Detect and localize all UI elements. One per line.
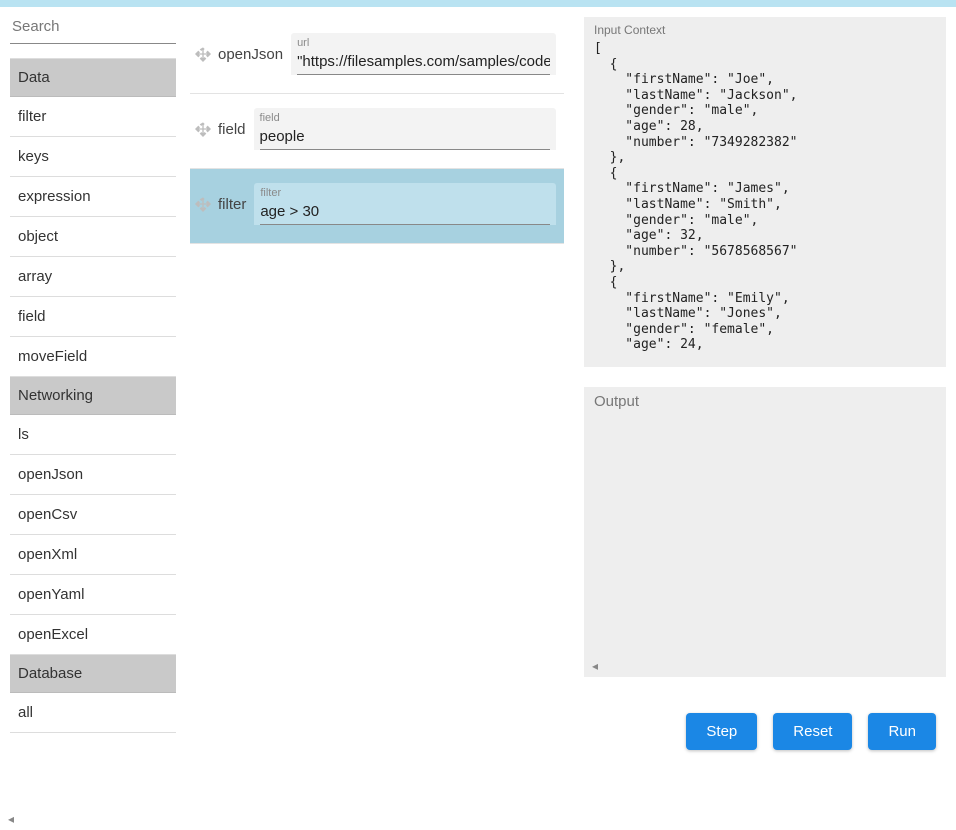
pipeline-column: openJson url"https://filesamples.com/samp… — [178, 7, 570, 830]
sidebar-item-ls[interactable]: ls — [10, 415, 176, 455]
move-handle-icon[interactable] — [194, 120, 212, 138]
input-context-panel: Input Context [ { "firstName": "Joe", "l… — [584, 17, 946, 367]
run-button[interactable]: Run — [868, 713, 936, 750]
step-field[interactable]: url"https://filesamples.com/samples/code… — [291, 33, 556, 75]
input-context-code[interactable]: [ { "firstName": "Joe", "lastName": "Jac… — [594, 41, 940, 361]
sidebar-item-openyaml[interactable]: openYaml — [10, 575, 176, 615]
sidebar-section-header: Data — [10, 59, 176, 97]
output-panel: Output ◂ — [584, 387, 946, 677]
pipeline-step-field[interactable]: fieldfieldpeople — [190, 94, 564, 169]
sidebar-scroll[interactable]: Datafilterkeysexpressionobjectarrayfield… — [10, 58, 176, 818]
sidebar-item-all[interactable]: all — [10, 693, 176, 733]
step-field-value[interactable]: "https://filesamples.com/samples/code/js… — [297, 51, 550, 75]
reset-button[interactable]: Reset — [773, 713, 852, 750]
step-field-label: filter — [260, 187, 550, 201]
sidebar-item-array[interactable]: array — [10, 257, 176, 297]
move-handle-icon[interactable] — [194, 45, 212, 63]
scroll-left-icon[interactable]: ◂ — [8, 812, 14, 826]
step-field-label: field — [260, 112, 550, 126]
sidebar-item-openxml[interactable]: openXml — [10, 535, 176, 575]
sidebar-item-openexcel[interactable]: openExcel — [10, 615, 176, 655]
pipeline-step-filter[interactable]: filterfilterage > 30 — [190, 169, 564, 244]
sidebar: Datafilterkeysexpressionobjectarrayfield… — [0, 7, 178, 830]
sidebar-item-keys[interactable]: keys — [10, 137, 176, 177]
search-input[interactable] — [10, 12, 176, 44]
step-field-label: url — [297, 37, 550, 51]
sidebar-item-field[interactable]: field — [10, 297, 176, 337]
step-name: openJson — [218, 46, 283, 63]
right-column: Input Context [ { "firstName": "Joe", "l… — [570, 7, 956, 830]
sidebar-item-expression[interactable]: expression — [10, 177, 176, 217]
sidebar-item-filter[interactable]: filter — [10, 97, 176, 137]
pipeline-list: openJson url"https://filesamples.com/samp… — [190, 19, 564, 779]
scroll-left-icon[interactable]: ◂ — [592, 659, 598, 673]
output-title: Output — [594, 393, 940, 410]
step-field-value[interactable]: people — [260, 126, 550, 150]
sidebar-item-movefield[interactable]: moveField — [10, 337, 176, 377]
button-row: Step Reset Run — [584, 697, 946, 750]
sidebar-item-opencsv[interactable]: openCsv — [10, 495, 176, 535]
main-layout: Datafilterkeysexpressionobjectarrayfield… — [0, 7, 956, 830]
step-name: field — [218, 121, 246, 138]
sidebar-item-openjson[interactable]: openJson — [10, 455, 176, 495]
step-field[interactable]: fieldpeople — [254, 108, 556, 150]
input-context-title: Input Context — [594, 23, 940, 37]
move-handle-icon[interactable] — [194, 195, 212, 213]
top-accent-bar — [0, 0, 956, 7]
step-name: filter — [218, 196, 246, 213]
pipeline-step-openjson[interactable]: openJson url"https://filesamples.com/samp… — [190, 19, 564, 94]
step-button[interactable]: Step — [686, 713, 757, 750]
step-field-value[interactable]: age > 30 — [260, 201, 550, 225]
step-field[interactable]: filterage > 30 — [254, 183, 556, 225]
input-context-pre: [ { "firstName": "Joe", "lastName": "Jac… — [594, 41, 940, 353]
sidebar-section-header: Networking — [10, 377, 176, 415]
sidebar-item-object[interactable]: object — [10, 217, 176, 257]
sidebar-section-header: Database — [10, 655, 176, 693]
